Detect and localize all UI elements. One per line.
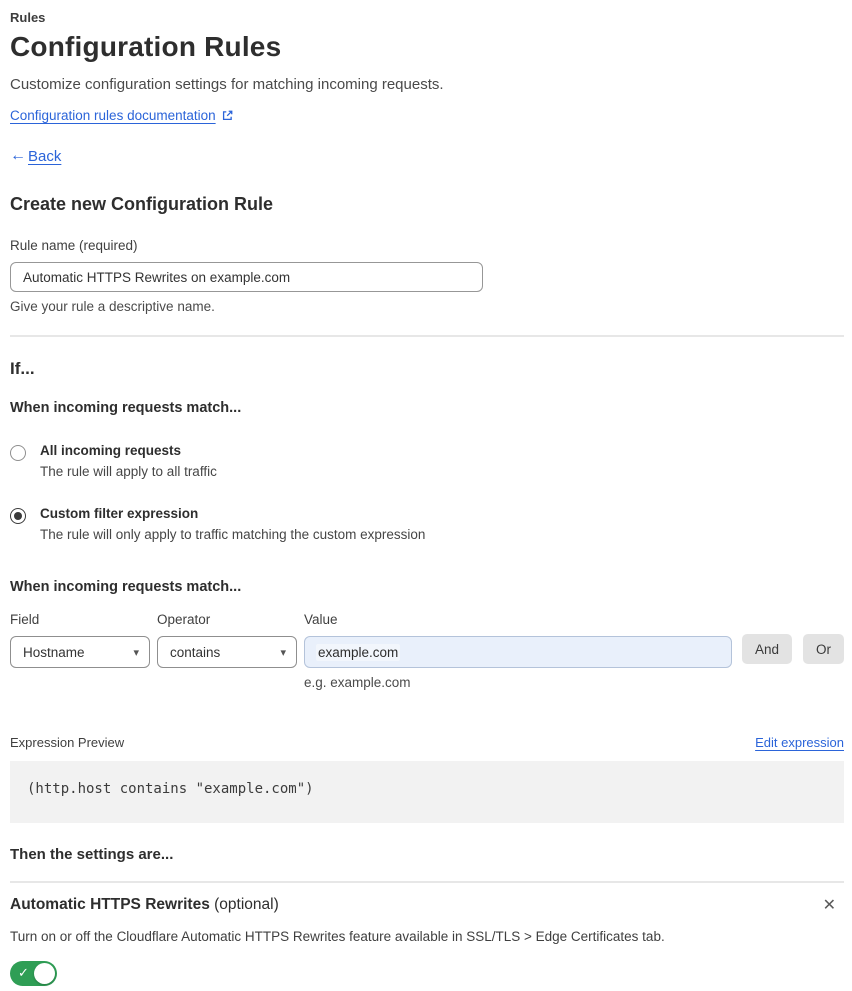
value-label: Value xyxy=(304,612,338,627)
toggle-knob xyxy=(34,963,55,984)
breadcrumb: Rules xyxy=(10,10,46,25)
arrow-left-icon: ← xyxy=(10,147,26,164)
radio-description: The rule will only apply to traffic matc… xyxy=(40,527,426,542)
expression-preview-label: Expression Preview xyxy=(10,735,125,750)
page-subtitle: Customize configuration settings for mat… xyxy=(10,76,444,93)
field-select-value: Hostname xyxy=(23,644,85,660)
radio-option-custom-filter[interactable]: Custom filter expression The rule will o… xyxy=(10,506,844,542)
field-label: Field xyxy=(10,612,40,627)
if-heading: If... xyxy=(10,359,35,378)
chevron-down-icon: ▾ xyxy=(280,646,286,659)
back-link[interactable]: ← Back xyxy=(10,147,844,165)
value-help: e.g. example.com xyxy=(304,675,411,690)
value-input[interactable]: example.com xyxy=(304,636,732,668)
radio-option-all-requests[interactable]: All incoming requests The rule will appl… xyxy=(10,443,844,479)
radio-description: The rule will apply to all traffic xyxy=(40,464,217,479)
radio-label: Custom filter expression xyxy=(40,506,199,521)
match-heading: When incoming requests match... xyxy=(10,400,242,416)
setting-description: Turn on or off the Cloudflare Automatic … xyxy=(10,929,665,944)
setting-title-optional: (optional) xyxy=(209,896,279,913)
operator-select[interactable]: contains ▾ xyxy=(157,636,297,668)
value-input-text: example.com xyxy=(316,643,401,661)
section-divider xyxy=(10,335,844,337)
documentation-link[interactable]: Configuration rules documentation xyxy=(10,108,216,123)
chevron-down-icon: ▾ xyxy=(133,646,139,659)
back-link-label[interactable]: Back xyxy=(28,148,61,165)
setting-title: Automatic HTTPS Rewrites (optional) xyxy=(10,896,279,914)
radio-label: All incoming requests xyxy=(40,443,182,458)
operator-select-value: contains xyxy=(170,644,221,660)
field-select[interactable]: Hostname ▾ xyxy=(10,636,150,668)
setting-title-name: Automatic HTTPS Rewrites xyxy=(10,896,210,913)
rule-name-input[interactable] xyxy=(10,262,483,292)
radio-button-checked[interactable] xyxy=(10,508,26,524)
and-button[interactable]: And xyxy=(742,634,793,664)
rule-name-label: Rule name (required) xyxy=(10,238,138,253)
automatic-https-rewrites-toggle[interactable]: ✓ xyxy=(10,961,57,986)
external-link-icon xyxy=(221,109,234,122)
configuration-rules-page: Rules Configuration Rules Customize conf… xyxy=(0,0,852,991)
expression-preview-code: (http.host contains "example.com") xyxy=(10,761,844,823)
or-button[interactable]: Or xyxy=(803,634,845,664)
section-divider xyxy=(10,881,844,883)
operator-label: Operator xyxy=(157,612,211,627)
check-icon: ✓ xyxy=(18,965,29,980)
builder-heading: When incoming requests match... xyxy=(10,579,242,595)
rule-name-help: Give your rule a descriptive name. xyxy=(10,299,215,314)
then-settings-heading: Then the settings are... xyxy=(10,846,174,863)
close-icon[interactable]: ✕ xyxy=(821,896,844,916)
create-rule-heading: Create new Configuration Rule xyxy=(10,194,274,214)
edit-expression-link[interactable]: Edit expression xyxy=(755,735,844,750)
radio-button[interactable] xyxy=(10,445,26,461)
page-title: Configuration Rules xyxy=(10,31,282,62)
